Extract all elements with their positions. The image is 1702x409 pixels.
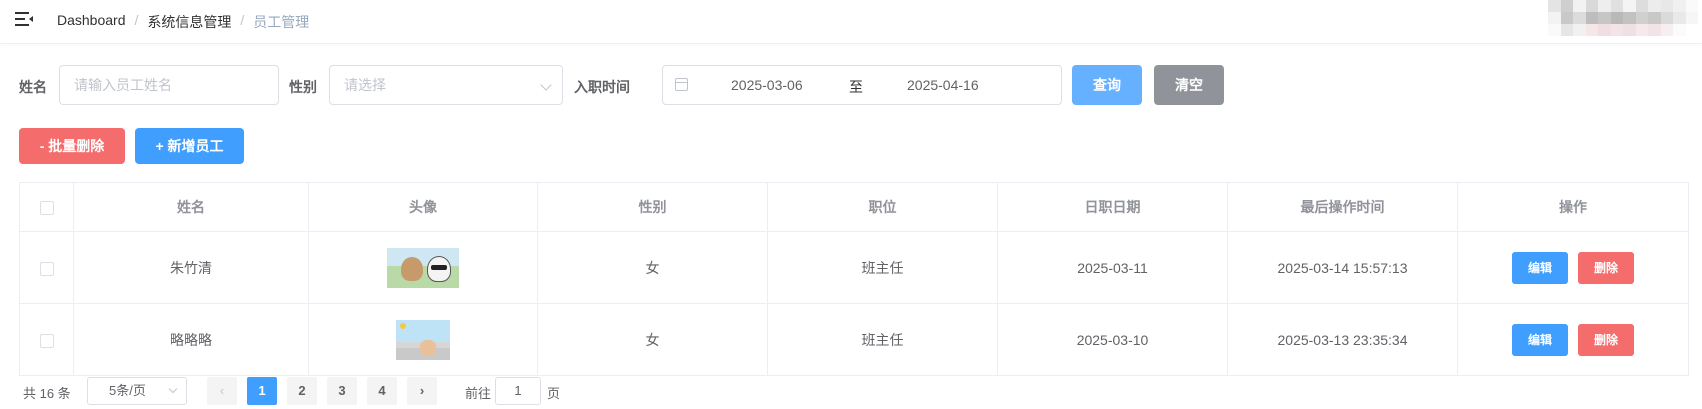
- page-size-value: 5条/页: [109, 383, 146, 398]
- clear-button[interactable]: 清空: [1154, 65, 1224, 105]
- table-header-row: 姓名 头像 性别 职位 日职日期 最后操作时间 操作: [19, 182, 1689, 232]
- breadcrumb-employee-management: 员工管理: [253, 14, 310, 30]
- header-avatar: 头像: [308, 182, 538, 232]
- header-last-updated: 最后操作时间: [1227, 182, 1458, 232]
- delete-button[interactable]: 删除: [1578, 251, 1634, 284]
- avatar-image: [387, 247, 459, 288]
- cell-avatar: [308, 303, 538, 376]
- page-button-4[interactable]: 4: [367, 377, 397, 405]
- hamburger-menu-icon[interactable]: [15, 11, 33, 27]
- chevron-down-icon: [540, 79, 552, 91]
- breadcrumb: Dashboard / 系统信息管理 / 员工管理: [57, 12, 309, 32]
- gender-select-placeholder: 请选择: [344, 77, 386, 93]
- prev-page-button[interactable]: ‹: [207, 377, 237, 405]
- top-navbar: Dashboard / 系统信息管理 / 员工管理: [0, 0, 1702, 44]
- date-end[interactable]: 2025-04-16: [907, 77, 979, 93]
- cell-gender: 女: [537, 303, 768, 376]
- filter-bar: 姓名 性别 请选择 入职时间 2025-03-06 至 2025-04-16 查…: [19, 65, 1319, 105]
- add-employee-button[interactable]: + 新增员工: [135, 128, 244, 164]
- cell-gender: 女: [537, 231, 768, 304]
- gender-select[interactable]: 请选择: [329, 65, 563, 105]
- row-select-cell: [19, 231, 74, 304]
- name-label: 姓名: [19, 79, 47, 95]
- chevron-down-icon: [168, 384, 178, 394]
- delete-button[interactable]: 删除: [1578, 323, 1634, 356]
- page-button-3[interactable]: 3: [327, 377, 357, 405]
- row-checkbox[interactable]: [39, 333, 54, 348]
- header-gender: 性别: [537, 182, 768, 232]
- page-size-select[interactable]: 5条/页: [87, 377, 187, 405]
- page-button-2[interactable]: 2: [287, 377, 317, 405]
- date-start[interactable]: 2025-03-06: [731, 77, 803, 93]
- select-all-cell: [19, 182, 74, 232]
- table-row: 略略略 女 班主任 2025-03-10 2025-03-13 23:35:34…: [19, 303, 1689, 376]
- edit-button[interactable]: 编辑: [1512, 251, 1568, 284]
- select-all-checkbox[interactable]: [39, 201, 54, 216]
- goto-label: 前往: [465, 386, 492, 401]
- edit-button[interactable]: 编辑: [1512, 323, 1568, 356]
- breadcrumb-separator: /: [134, 12, 139, 28]
- user-avatar[interactable]: [1548, 0, 1698, 36]
- breadcrumb-dashboard[interactable]: Dashboard: [57, 12, 126, 32]
- cell-actions: 编辑 删除: [1457, 303, 1689, 376]
- hire-date-label: 入职时间: [574, 79, 630, 95]
- name-input-wrapper: [59, 65, 279, 105]
- row-checkbox[interactable]: [39, 261, 54, 276]
- header-position: 职位: [767, 182, 998, 232]
- cell-entry-date: 2025-03-11: [997, 231, 1228, 304]
- header-entry-date: 日职日期: [997, 182, 1228, 232]
- pagination: 共 16 条 5条/页 ‹ 1 2 3 4 › 前往 1 页: [23, 377, 723, 405]
- cell-actions: 编辑 删除: [1457, 231, 1689, 304]
- goto-page-input[interactable]: 1: [495, 377, 541, 405]
- page-button-1[interactable]: 1: [247, 377, 277, 405]
- hire-date-range-picker[interactable]: 2025-03-06 至 2025-04-16: [662, 65, 1062, 105]
- calendar-icon: [675, 78, 688, 91]
- cell-name: 略略略: [73, 303, 309, 376]
- search-button[interactable]: 查询: [1072, 65, 1142, 105]
- breadcrumb-system-info[interactable]: 系统信息管理: [147, 12, 231, 32]
- avatar-image: [396, 319, 450, 360]
- total-count: 共 16 条: [23, 386, 71, 401]
- row-select-cell: [19, 303, 74, 376]
- gender-label: 性别: [289, 79, 317, 95]
- employee-table: 姓名 头像 性别 职位 日职日期 最后操作时间 操作 朱竹清 女 班主任 202…: [19, 182, 1689, 376]
- date-range-separator: 至: [849, 79, 863, 95]
- name-search-input[interactable]: [74, 67, 278, 103]
- batch-delete-button[interactable]: - 批量删除: [19, 128, 125, 164]
- cell-avatar: [308, 231, 538, 304]
- page-suffix-label: 页: [547, 386, 561, 401]
- header-name: 姓名: [73, 182, 309, 232]
- cell-entry-date: 2025-03-10: [997, 303, 1228, 376]
- cell-name: 朱竹清: [73, 231, 309, 304]
- cell-last-updated: 2025-03-14 15:57:13: [1227, 231, 1458, 304]
- header-actions: 操作: [1457, 182, 1689, 232]
- next-page-button[interactable]: ›: [407, 377, 437, 405]
- breadcrumb-separator: /: [240, 12, 245, 28]
- table-row: 朱竹清 女 班主任 2025-03-11 2025-03-14 15:57:13…: [19, 231, 1689, 304]
- cell-position: 班主任: [767, 231, 998, 304]
- cell-position: 班主任: [767, 303, 998, 376]
- cell-last-updated: 2025-03-13 23:35:34: [1227, 303, 1458, 376]
